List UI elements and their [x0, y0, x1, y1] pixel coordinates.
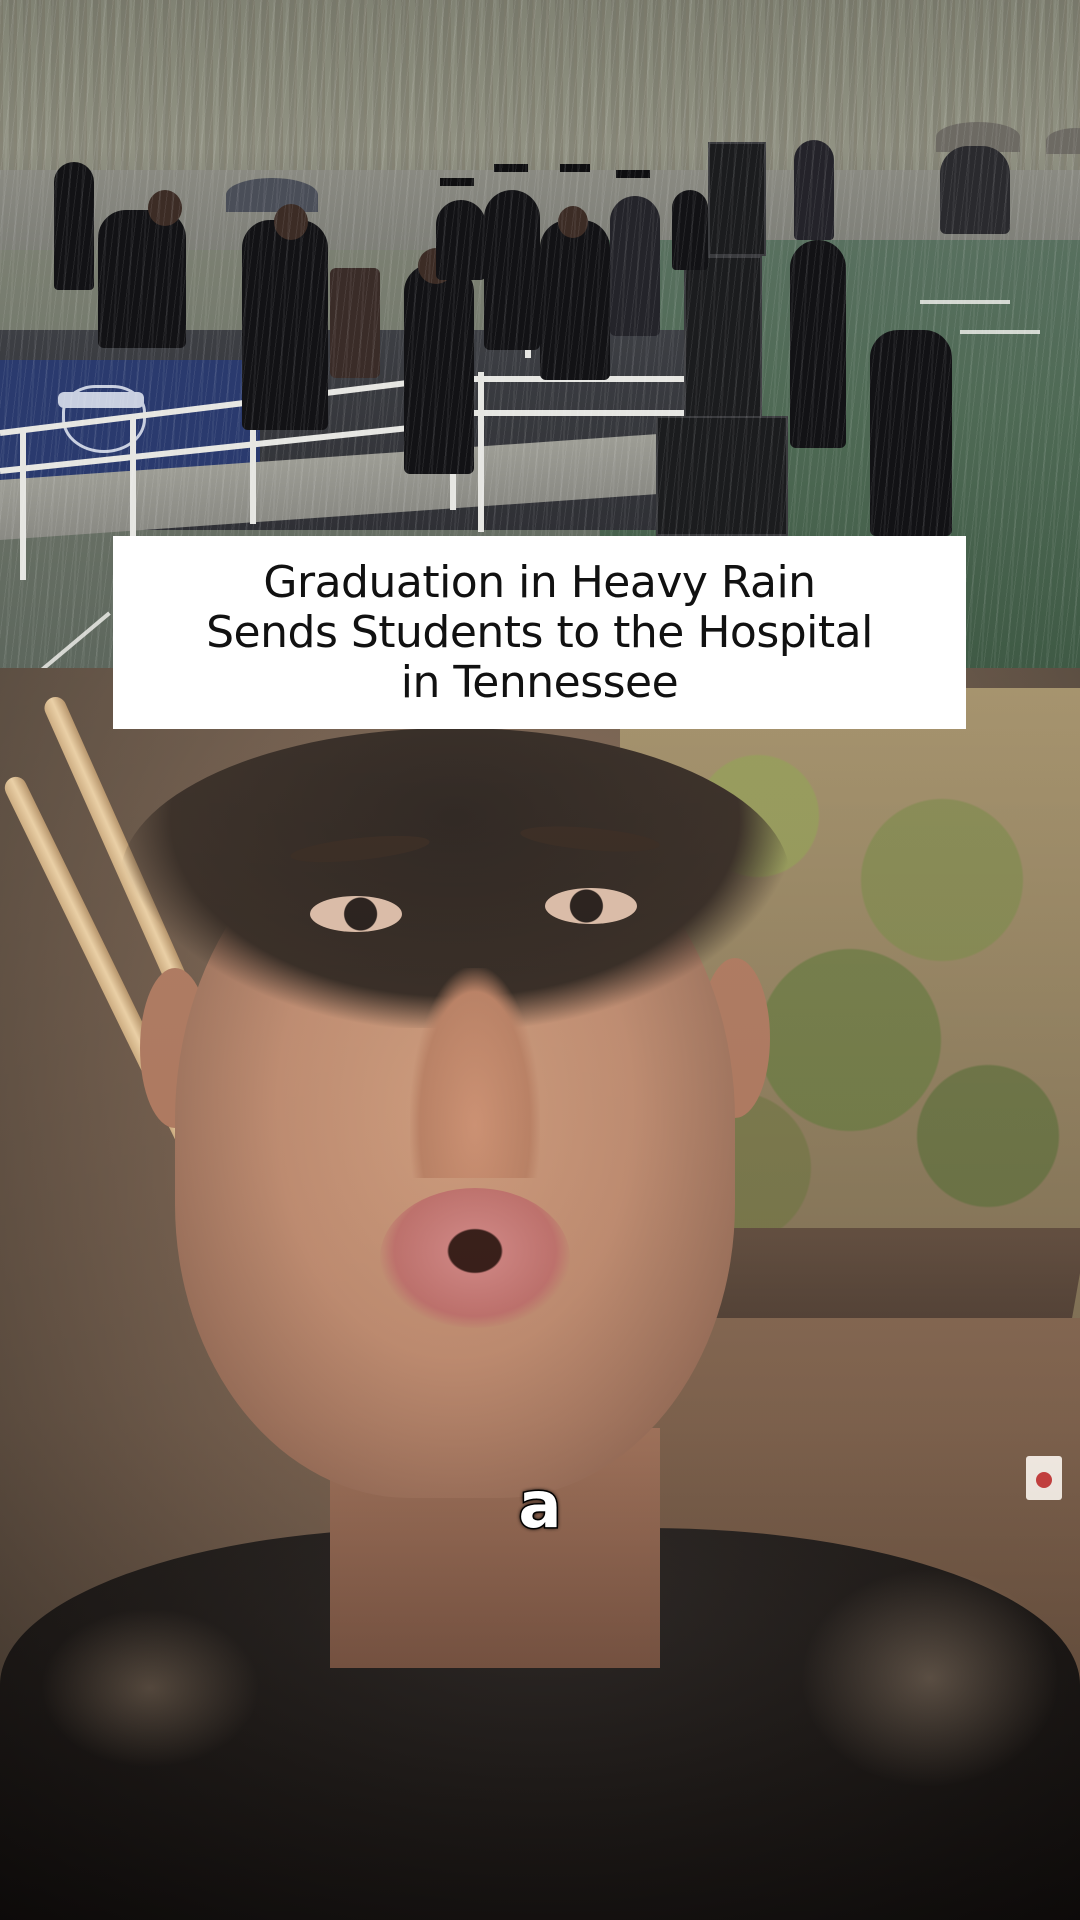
headline-card: Graduation in Heavy Rain Sends Students …	[113, 536, 966, 729]
graduate-figure	[54, 162, 94, 290]
school-seal-band	[58, 392, 144, 408]
graduate-figure	[870, 330, 952, 536]
speaker-tower	[656, 416, 788, 536]
graduate-figure	[242, 220, 328, 430]
graduation-cap	[616, 170, 650, 178]
selfie-video	[0, 668, 1080, 1920]
graduate-figure	[790, 240, 846, 448]
graduate-figure	[484, 190, 540, 350]
speaker-tower	[684, 256, 762, 420]
speaker-tower	[708, 142, 766, 256]
headline-text: Graduation in Heavy Rain Sends Students …	[206, 556, 873, 708]
railing-post	[130, 418, 136, 548]
graduate-figure	[540, 220, 610, 380]
subtitle-caption: a	[517, 1468, 563, 1545]
graduate-head	[558, 206, 588, 238]
graduate-figure	[672, 190, 708, 270]
graduate-head	[148, 190, 182, 226]
graduate-head	[274, 204, 308, 240]
graduate-figure	[610, 196, 660, 336]
rain-haze-overlay	[0, 668, 1080, 1920]
railing-post	[478, 372, 484, 532]
graduate-figure	[330, 268, 380, 378]
graduation-cap	[494, 164, 528, 172]
graduate-figure	[794, 140, 834, 240]
umbrella	[226, 178, 318, 212]
graduation-cap	[440, 178, 474, 186]
field-line	[920, 300, 1010, 304]
graduation-cap	[560, 164, 590, 172]
graduate-figure	[404, 264, 474, 474]
graduate-figure	[940, 146, 1010, 234]
railing-post	[20, 430, 26, 580]
graduate-figure	[436, 200, 486, 280]
field-line	[39, 611, 111, 668]
graduate-figure	[98, 210, 186, 348]
video-frame: Graduation in Heavy Rain Sends Students …	[0, 0, 1080, 1920]
field-line	[960, 330, 1040, 334]
